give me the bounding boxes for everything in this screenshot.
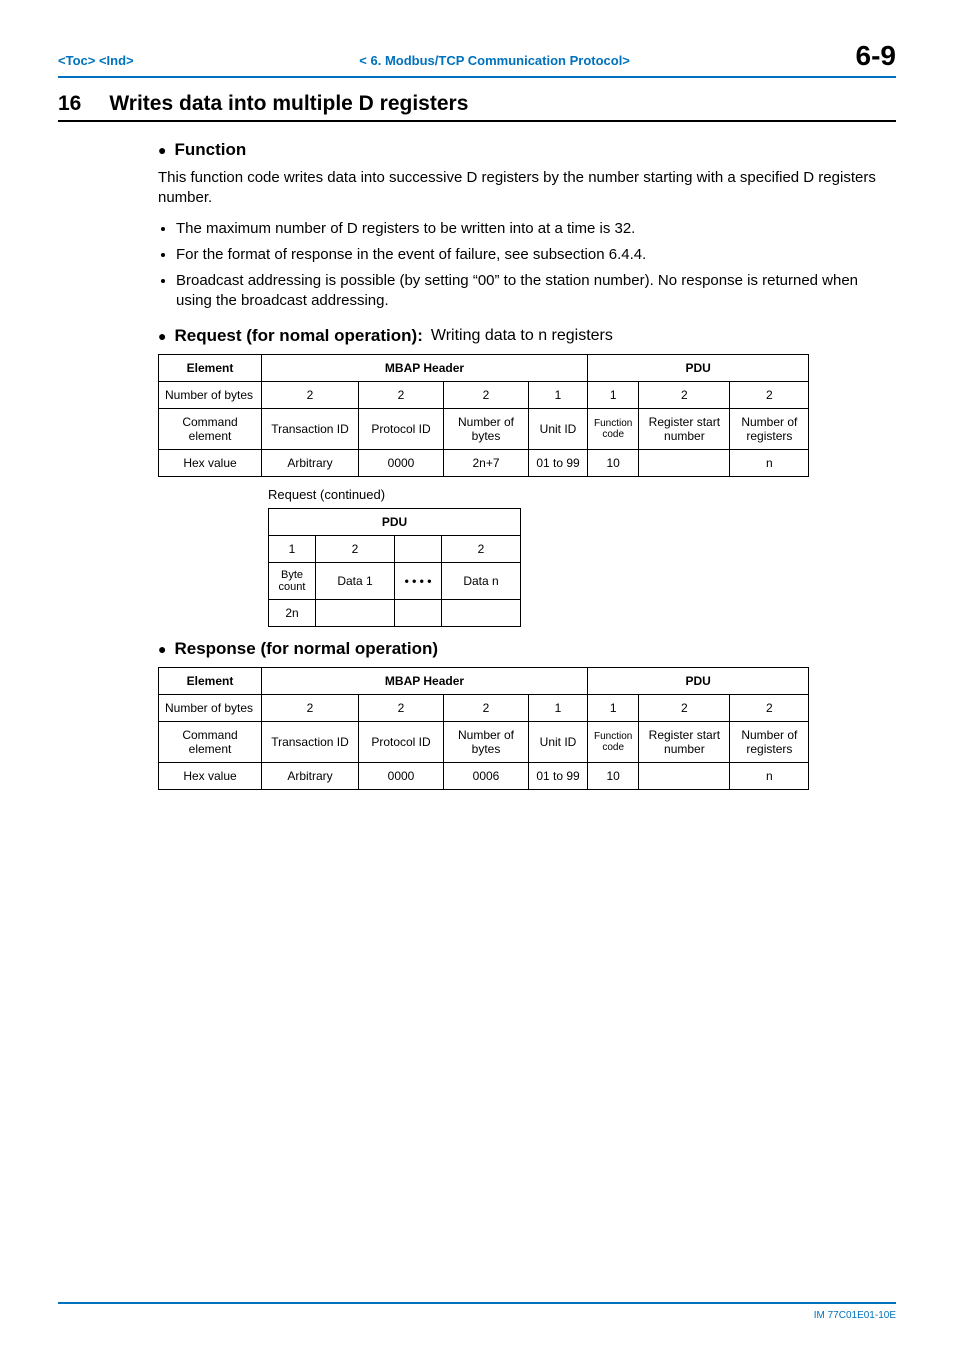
function-note: The maximum number of D registers to be … xyxy=(176,219,896,239)
row-label: Hex value xyxy=(159,449,262,476)
request-table-continued: PDU 1 2 2 Byte count Data 1 • • • • Data… xyxy=(268,508,521,627)
cell: Data 1 xyxy=(316,562,395,599)
cell: Transaction ID xyxy=(262,721,359,762)
cell: Protocol ID xyxy=(359,721,444,762)
group-pdu: PDU xyxy=(588,354,809,381)
cell: 2 xyxy=(444,381,529,408)
cell: 2 xyxy=(444,694,529,721)
cell xyxy=(395,599,442,626)
cell: Number of bytes xyxy=(444,408,529,449)
cell: 2 xyxy=(730,694,809,721)
group-mbap: MBAP Header xyxy=(262,667,588,694)
cell: 2 xyxy=(262,381,359,408)
cell xyxy=(639,762,730,789)
cell: Data n xyxy=(442,562,521,599)
cell: 2n+7 xyxy=(444,449,529,476)
cell: Register start number xyxy=(639,408,730,449)
cell: Protocol ID xyxy=(359,408,444,449)
ellipsis-icon: • • • • xyxy=(395,562,442,599)
page-number: 6-9 xyxy=(856,40,896,72)
function-note: For the format of response in the event … xyxy=(176,245,896,265)
cell xyxy=(316,599,395,626)
request-heading-text: Request (for nomal operation): xyxy=(174,326,422,346)
request-heading-note: Writing data to n registers xyxy=(431,327,613,345)
cell: 2n xyxy=(269,599,316,626)
response-heading: ● Response (for normal operation) xyxy=(158,639,896,659)
cell: n xyxy=(730,449,809,476)
toc-link[interactable]: <Toc> xyxy=(58,53,95,68)
cell: Register start number xyxy=(639,721,730,762)
request-continued-caption: Request (continued) xyxy=(268,487,896,502)
cell: Byte count xyxy=(269,562,316,599)
col-element: Element xyxy=(159,354,262,381)
cell: 1 xyxy=(588,694,639,721)
row-label: Number of bytes xyxy=(159,694,262,721)
cell xyxy=(639,449,730,476)
cell xyxy=(395,535,442,562)
cell: 2 xyxy=(639,694,730,721)
cell: 0000 xyxy=(359,762,444,789)
row-label: Command element xyxy=(159,721,262,762)
page-footer: IM 77C01E01-10E xyxy=(58,1302,896,1321)
function-heading: ● Function xyxy=(158,140,896,160)
cell: Function code xyxy=(588,721,639,762)
cell: 2 xyxy=(639,381,730,408)
group-mbap: MBAP Header xyxy=(262,354,588,381)
function-heading-text: Function xyxy=(174,140,246,160)
cell: 10 xyxy=(588,762,639,789)
cell: Arbitrary xyxy=(262,449,359,476)
bullet-icon: ● xyxy=(158,641,166,657)
cell: 2 xyxy=(730,381,809,408)
row-label: Command element xyxy=(159,408,262,449)
response-heading-text: Response (for normal operation) xyxy=(174,639,438,659)
bullet-icon: ● xyxy=(158,142,166,158)
cell: 2 xyxy=(442,535,521,562)
cell: 2 xyxy=(359,694,444,721)
cell xyxy=(442,599,521,626)
cell: 1 xyxy=(588,381,639,408)
cell: 0000 xyxy=(359,449,444,476)
cell: n xyxy=(730,762,809,789)
cell: 1 xyxy=(269,535,316,562)
page-header: <Toc> <Ind> < 6. Modbus/TCP Communicatio… xyxy=(58,40,896,78)
cell: Arbitrary xyxy=(262,762,359,789)
cell: Unit ID xyxy=(529,721,588,762)
function-note: Broadcast addressing is possible (by set… xyxy=(176,271,896,312)
function-description: This function code writes data into succ… xyxy=(158,168,896,209)
cell: Number of registers xyxy=(730,721,809,762)
chapter-title: < 6. Modbus/TCP Communication Protocol> xyxy=(359,53,630,68)
section-title: Writes data into multiple D registers xyxy=(109,92,468,116)
col-element: Element xyxy=(159,667,262,694)
cell: 01 to 99 xyxy=(529,449,588,476)
cell: 1 xyxy=(529,381,588,408)
cell: Unit ID xyxy=(529,408,588,449)
request-heading: ● Request (for nomal operation): Writing… xyxy=(158,326,896,346)
bullet-icon: ● xyxy=(158,328,166,344)
ind-link[interactable]: <Ind> xyxy=(99,53,134,68)
cell: 2 xyxy=(359,381,444,408)
cell: Number of bytes xyxy=(444,721,529,762)
section-number: 16 xyxy=(58,92,81,116)
group-pdu: PDU xyxy=(269,508,521,535)
function-notes-list: The maximum number of D registers to be … xyxy=(176,219,896,312)
request-table: Element MBAP Header PDU Number of bytes … xyxy=(158,354,809,477)
cell: 2 xyxy=(316,535,395,562)
cell: Function code xyxy=(588,408,639,449)
row-label: Number of bytes xyxy=(159,381,262,408)
row-label: Hex value xyxy=(159,762,262,789)
cell: Number of registers xyxy=(730,408,809,449)
doc-id: IM 77C01E01-10E xyxy=(58,1302,896,1321)
group-pdu: PDU xyxy=(588,667,809,694)
cell: 1 xyxy=(529,694,588,721)
cell: Transaction ID xyxy=(262,408,359,449)
cell: 01 to 99 xyxy=(529,762,588,789)
section-heading: 16 Writes data into multiple D registers xyxy=(58,92,896,122)
cell: 10 xyxy=(588,449,639,476)
header-nav: <Toc> <Ind> xyxy=(58,53,134,68)
cell: 0006 xyxy=(444,762,529,789)
cell: 2 xyxy=(262,694,359,721)
response-table: Element MBAP Header PDU Number of bytes … xyxy=(158,667,809,790)
